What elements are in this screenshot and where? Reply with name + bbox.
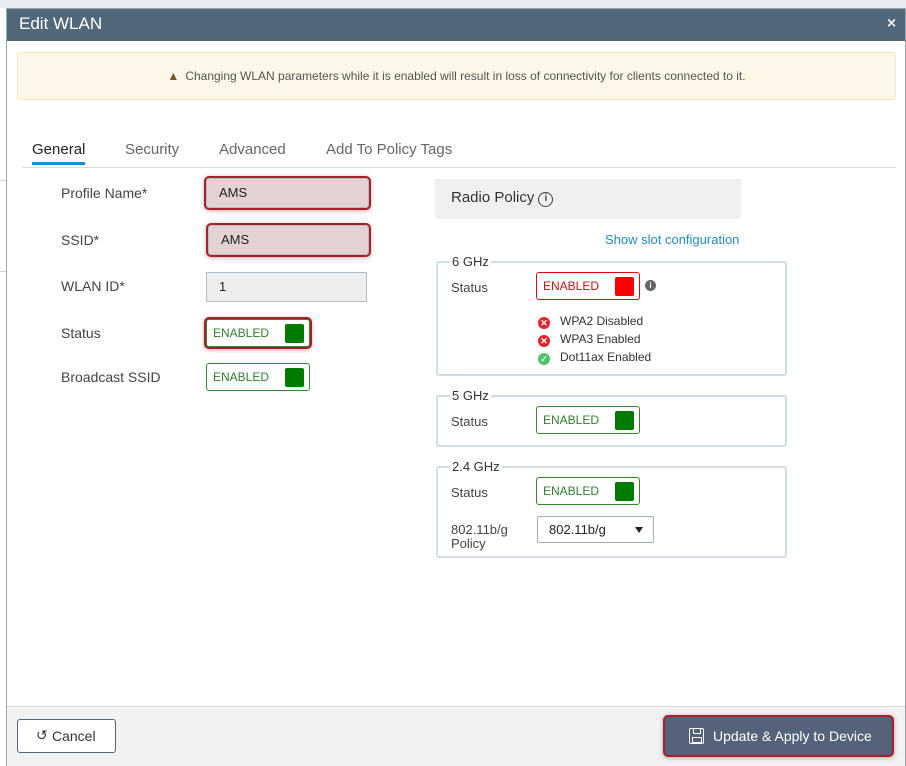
band-6ghz-status-label: Status (451, 280, 488, 295)
radio-policy-header: Radio Policy i (435, 179, 741, 219)
profile-name-label: Profile Name* (61, 185, 148, 201)
feature-dot11ax: ✓ Dot11ax Enabled (538, 350, 651, 365)
broadcast-toggle-text: ENABLED (213, 370, 270, 384)
band-6ghz-info-icon[interactable]: i (645, 280, 656, 291)
dialog-titlebar: Edit WLAN × (7, 9, 905, 41)
wlan-id-input[interactable]: 1 (206, 272, 367, 302)
feature-wpa3: ✕ WPA3 Enabled (538, 332, 641, 347)
band-6ghz-status-toggle[interactable]: ENABLED (536, 272, 640, 300)
check-icon: ✓ (538, 353, 550, 365)
feature-wpa2-label: WPA2 Disabled (560, 314, 644, 328)
ssid-label: SSID* (61, 232, 100, 248)
info-icon[interactable]: i (538, 192, 554, 207)
show-slot-configuration-link[interactable]: Show slot configuration (605, 232, 739, 247)
wlan-id-label: WLAN ID* (61, 278, 125, 294)
edit-wlan-dialog: Edit WLAN × ▲ Changing WLAN parameters w… (6, 8, 906, 766)
band-6ghz-toggle-knob (615, 277, 634, 296)
radio-policy-title: Radio Policy i (451, 189, 554, 207)
ssid-input[interactable]: AMS (208, 225, 369, 255)
policy-select-value: 802.11b/g (549, 522, 606, 537)
background-strip (0, 0, 906, 8)
band-6ghz-legend: 6 GHz (450, 254, 491, 269)
band-5ghz-status-label: Status (451, 414, 488, 429)
band-5ghz-toggle-knob (615, 411, 634, 430)
radio-policy-title-text: Radio Policy (451, 189, 535, 206)
update-apply-button[interactable]: Update & Apply to Device (665, 717, 892, 755)
cancel-button[interactable]: ↺ Cancel (17, 719, 116, 753)
dialog-title: Edit WLAN (19, 14, 103, 33)
undo-icon: ↺ (36, 727, 48, 743)
band-24ghz-policy-select[interactable]: 802.11b/g (537, 516, 654, 543)
band-24ghz-legend: 2.4 GHz (450, 459, 502, 474)
broadcast-toggle-knob (285, 368, 304, 387)
tab-advanced[interactable]: Advanced (219, 141, 286, 164)
update-apply-label: Update & Apply to Device (713, 728, 872, 744)
band-6ghz-toggle-text: ENABLED (543, 279, 600, 293)
band-6ghz-fieldset: 6 GHz Status ENABLED i ✕ WPA2 Disabled ✕ W… (436, 254, 787, 376)
band-24ghz-policy-label: 802.11b/g Policy (451, 523, 508, 551)
broadcast-ssid-label: Broadcast SSID (61, 369, 161, 385)
feature-wpa2: ✕ WPA2 Disabled (538, 314, 643, 329)
dialog-footer: ↺ Cancel Update & Apply to Device (7, 706, 905, 766)
band-5ghz-legend: 5 GHz (450, 388, 491, 403)
warning-banner: ▲ Changing WLAN parameters while it is e… (17, 52, 896, 100)
status-toggle-knob (285, 324, 304, 343)
band-5ghz-toggle-text: ENABLED (543, 413, 600, 427)
profile-name-input[interactable]: AMS (206, 178, 369, 208)
feature-dot11ax-label: Dot11ax Enabled (560, 350, 652, 364)
tab-general[interactable]: General (32, 141, 86, 165)
band-24ghz-status-toggle[interactable]: ENABLED (536, 477, 640, 505)
band-5ghz-status-toggle[interactable]: ENABLED (536, 406, 640, 434)
tab-bar: General Security Advanced Add To Policy … (22, 139, 896, 168)
policy-label-line2: Policy (451, 536, 486, 551)
tab-security[interactable]: Security (125, 141, 179, 164)
band-5ghz-fieldset: 5 GHz Status ENABLED (436, 388, 787, 447)
error-icon: ✕ (538, 335, 550, 347)
warning-text: Changing WLAN parameters while it is ena… (185, 69, 746, 83)
warning-triangle-icon: ▲ (167, 69, 180, 83)
band-24ghz-fieldset: 2.4 GHz Status ENABLED 802.11b/g Policy (436, 459, 787, 558)
status-label: Status (61, 325, 101, 341)
tab-add-to-policy-tags[interactable]: Add To Policy Tags (326, 141, 452, 164)
cancel-label: Cancel (52, 728, 96, 744)
close-icon[interactable]: × (886, 16, 897, 31)
save-icon (689, 728, 704, 744)
policy-label-line1: 802.11b/g (451, 522, 508, 537)
broadcast-ssid-toggle[interactable]: ENABLED (206, 363, 310, 391)
band-24ghz-toggle-knob (615, 482, 634, 501)
feature-wpa3-label: WPA3 Enabled (560, 332, 641, 346)
chevron-down-icon (635, 527, 643, 533)
error-icon: ✕ (538, 317, 550, 329)
status-toggle-text: ENABLED (213, 326, 270, 340)
status-toggle[interactable]: ENABLED (206, 319, 310, 347)
band-24ghz-status-label: Status (451, 485, 488, 500)
band-24ghz-toggle-text: ENABLED (543, 484, 600, 498)
